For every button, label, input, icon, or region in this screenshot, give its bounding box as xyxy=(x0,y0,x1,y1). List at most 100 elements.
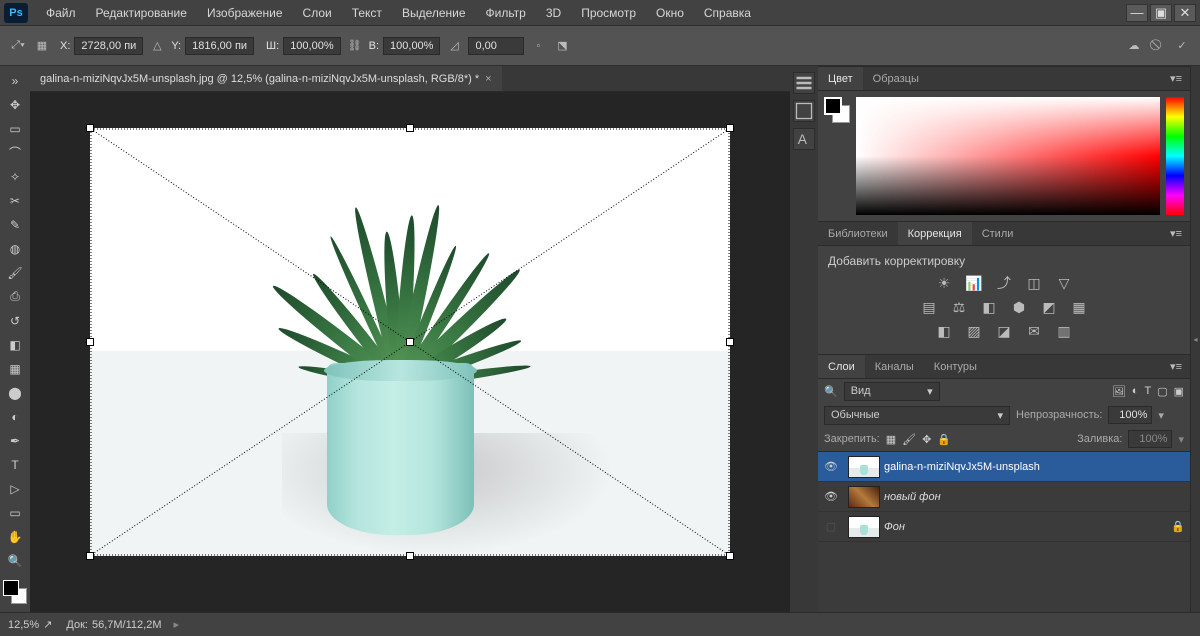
handle-center[interactable] xyxy=(406,338,414,346)
menu-view[interactable]: Просмотр xyxy=(581,6,636,20)
move-tool[interactable]: ✥ xyxy=(3,94,27,115)
menu-layers[interactable]: Слои xyxy=(303,6,332,20)
hue-sat-icon[interactable]: ▤ xyxy=(920,298,938,316)
type-tool[interactable]: T xyxy=(3,454,27,475)
fill-value[interactable]: 100% xyxy=(1128,430,1172,448)
warp-icon[interactable]: ☁ xyxy=(1122,34,1146,58)
dodge-tool[interactable]: ◐ xyxy=(3,406,27,427)
layer-thumbnail[interactable] xyxy=(848,486,880,508)
tab-adjustments[interactable]: Коррекция xyxy=(898,222,972,245)
selective-color-icon[interactable]: ✉ xyxy=(1025,322,1043,340)
photo-filter-icon[interactable]: ⬢ xyxy=(1010,298,1028,316)
lock-icon[interactable]: 🔒 xyxy=(1166,520,1190,533)
eraser-tool[interactable]: ◧ xyxy=(3,334,27,355)
maximize-button[interactable]: ▣ xyxy=(1150,4,1172,22)
pen-tool[interactable]: ✒ xyxy=(3,430,27,451)
expand-icon[interactable]: » xyxy=(3,70,27,91)
skew-icon[interactable]: ⬔ xyxy=(554,38,570,54)
vibrance-icon[interactable]: ▽ xyxy=(1055,274,1073,292)
handle-w[interactable] xyxy=(86,338,94,346)
foreground-background-swatch[interactable] xyxy=(824,97,850,123)
close-button[interactable]: ✕ xyxy=(1174,4,1196,22)
document-tab[interactable]: galina-n-miziNqvJx5M-unsplash.jpg @ 12,5… xyxy=(30,66,502,91)
menu-window[interactable]: Окно xyxy=(656,6,684,20)
zoom-tool[interactable]: 🔍 xyxy=(3,550,27,571)
layer-name[interactable]: Фон xyxy=(884,521,1166,533)
canvas-viewport[interactable] xyxy=(30,92,790,612)
tab-color[interactable]: Цвет xyxy=(818,67,863,90)
clone-stamp-tool[interactable]: ⎙ xyxy=(3,286,27,307)
delta-icon[interactable]: △ xyxy=(149,38,165,54)
link-icon[interactable]: ⛓ xyxy=(347,38,363,54)
lock-brush-icon[interactable]: 🖌 xyxy=(902,433,916,446)
lasso-tool[interactable]: ⌒ xyxy=(3,142,27,163)
exposure-icon[interactable]: ◫ xyxy=(1025,274,1043,292)
hue-slider[interactable] xyxy=(1166,97,1184,215)
channel-mixer-icon[interactable]: ◩ xyxy=(1040,298,1058,316)
panel-collapse-handle[interactable]: ◂ xyxy=(1190,66,1200,612)
panel-menu-icon[interactable]: ▾≡ xyxy=(1162,72,1190,85)
color-field[interactable] xyxy=(856,97,1160,215)
x-value[interactable]: 2728,00 пи xyxy=(74,37,143,55)
posterize-icon[interactable]: ▨ xyxy=(965,322,983,340)
tab-swatches[interactable]: Образцы xyxy=(863,67,929,90)
handle-se[interactable] xyxy=(726,552,734,560)
levels-icon[interactable]: 📊 xyxy=(965,274,983,292)
layer-name[interactable]: новый фон xyxy=(884,491,1190,503)
blur-tool[interactable]: ⬤ xyxy=(3,382,27,403)
layer-filter-select[interactable]: Вид▾ xyxy=(844,382,940,401)
zoom-popup-icon[interactable]: ↗ xyxy=(43,618,52,631)
tab-channels[interactable]: Каналы xyxy=(865,355,924,378)
canvas[interactable] xyxy=(90,128,730,556)
layer-thumbnail[interactable] xyxy=(848,456,880,478)
visibility-toggle[interactable]: 👁 xyxy=(818,490,844,503)
interpolation-icon[interactable]: ◦ xyxy=(530,38,546,54)
invert-icon[interactable]: ◧ xyxy=(935,322,953,340)
color-swatch[interactable] xyxy=(3,580,27,604)
lock-all-icon[interactable]: 🔒 xyxy=(937,433,951,446)
handle-ne[interactable] xyxy=(726,124,734,132)
handle-n[interactable] xyxy=(406,124,414,132)
handle-e[interactable] xyxy=(726,338,734,346)
tab-layers[interactable]: Слои xyxy=(818,355,865,378)
character-panel-icon[interactable]: A xyxy=(793,128,815,150)
brush-tool[interactable]: 🖌 xyxy=(3,262,27,283)
menu-image[interactable]: Изображение xyxy=(207,6,283,20)
history-brush-tool[interactable]: ↺ xyxy=(3,310,27,331)
tab-paths[interactable]: Контуры xyxy=(924,355,987,378)
tab-styles[interactable]: Стили xyxy=(972,222,1024,245)
close-icon[interactable]: × xyxy=(485,73,491,85)
tab-libraries[interactable]: Библиотеки xyxy=(818,222,898,245)
brightness-icon[interactable]: ☀ xyxy=(935,274,953,292)
menu-select[interactable]: Выделение xyxy=(402,6,466,20)
lock-pixels-icon[interactable]: ▦ xyxy=(886,433,896,446)
visibility-toggle[interactable]: 👁 xyxy=(818,460,844,473)
filter-type-icon[interactable]: T xyxy=(1144,385,1151,397)
opacity-value[interactable]: 100% xyxy=(1108,406,1152,424)
color-balance-icon[interactable]: ⚖ xyxy=(950,298,968,316)
layer-row[interactable]: 👁 новый фон xyxy=(818,482,1190,512)
layer-row[interactable]: 👁 galina-n-miziNqvJx5M-unsplash xyxy=(818,452,1190,482)
gradient-map-icon[interactable]: ▥ xyxy=(1055,322,1073,340)
bw-icon[interactable]: ◧ xyxy=(980,298,998,316)
handle-s[interactable] xyxy=(406,552,414,560)
crop-tool[interactable]: ✂ xyxy=(3,190,27,211)
y-value[interactable]: 1816,00 пи xyxy=(185,37,254,55)
menu-edit[interactable]: Редактирование xyxy=(96,6,187,20)
lock-position-icon[interactable]: ✥ xyxy=(922,433,931,446)
menu-text[interactable]: Текст xyxy=(352,6,382,20)
filter-image-icon[interactable]: 🖼 xyxy=(1112,385,1126,398)
path-select-tool[interactable]: ▷ xyxy=(3,478,27,499)
menu-help[interactable]: Справка xyxy=(704,6,751,20)
history-panel-icon[interactable] xyxy=(793,72,815,94)
marquee-tool[interactable]: ▭ xyxy=(3,118,27,139)
spot-heal-tool[interactable]: ◍ xyxy=(3,238,27,259)
angle-value[interactable]: 0,00 xyxy=(468,37,524,55)
visibility-toggle[interactable]: ▢ xyxy=(818,520,844,533)
magic-wand-tool[interactable]: ✧ xyxy=(3,166,27,187)
panel-menu-icon[interactable]: ▾≡ xyxy=(1162,360,1190,373)
layer-name[interactable]: galina-n-miziNqvJx5M-unsplash xyxy=(884,461,1190,473)
menu-3d[interactable]: 3D xyxy=(546,6,561,20)
shape-tool[interactable]: ▭ xyxy=(3,502,27,523)
blend-mode-select[interactable]: Обычные▾ xyxy=(824,406,1010,425)
